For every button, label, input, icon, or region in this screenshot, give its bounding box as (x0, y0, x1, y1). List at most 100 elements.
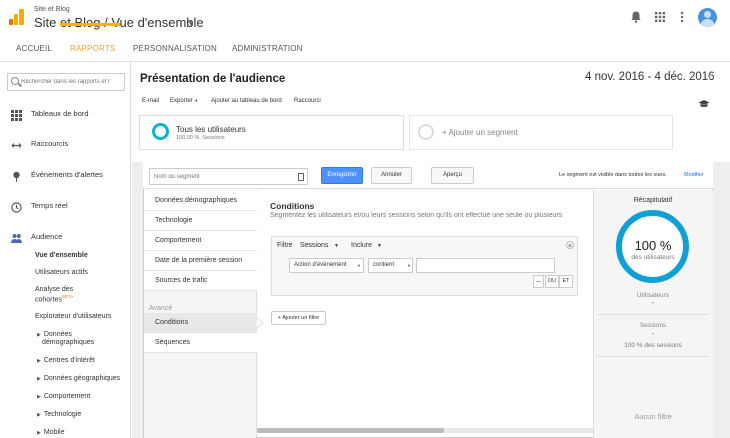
chevron-down-icon[interactable]: ▼ (187, 19, 195, 28)
sidebar-tree-interests[interactable]: ▶ Centres d'intérêt (37, 357, 95, 364)
category-sequences[interactable]: Séquences (144, 333, 257, 353)
sidebar-item-dashboards[interactable]: Tableaux de bord (0, 104, 131, 124)
sidebar-subitem-cohort-analysis[interactable]: Analyse des (35, 286, 73, 293)
triangle-right-icon: ▶ (37, 394, 41, 400)
scrollbar-thumb[interactable] (257, 428, 444, 433)
segment-empty-ring-icon (418, 124, 434, 140)
sidebar-tree-label: Données géographiques (43, 375, 121, 382)
sidebar-item-realtime[interactable]: Temps réel (0, 196, 131, 216)
chevron-down-icon: ▼ (194, 98, 199, 103)
clock-icon (11, 200, 22, 213)
category-label: Date de la première session (155, 257, 243, 264)
preview-button[interactable]: Aperçu (431, 167, 474, 184)
sidebar-search[interactable] (7, 73, 125, 91)
category-technology[interactable]: Technologie (144, 211, 257, 231)
tab-personnalisation[interactable]: PERSONNALISATION (133, 36, 217, 62)
dimension-select[interactable]: Action d'événement (289, 258, 364, 273)
chevron-down-icon[interactable]: ▼ (377, 243, 382, 249)
filter-scope-select[interactable]: Sessions (300, 242, 328, 249)
chevron-down-icon[interactable]: ▼ (334, 243, 339, 249)
search-input[interactable] (21, 76, 124, 88)
add-to-dashboard-button[interactable]: Ajouter au tableau de bord (211, 98, 282, 104)
apps-grid-icon[interactable] (653, 10, 667, 24)
sidebar-tree-label: Centres d'intérêt (43, 357, 95, 364)
triangle-right-icon: ▶ (37, 358, 41, 364)
analytics-logo-icon[interactable] (9, 9, 25, 25)
sidebar-tree-mobile[interactable]: ▶ Mobile (37, 429, 64, 436)
tab-administration[interactable]: ADMINISTRATION (232, 36, 303, 62)
segment-name-input[interactable] (154, 172, 294, 182)
chevron-down-icon[interactable]: ▼ (407, 263, 411, 268)
sidebar-tree-label: Mobile (43, 429, 65, 436)
chevron-down-icon[interactable]: ▼ (357, 263, 361, 268)
segment-sub: 100,00 %, Sessions (176, 135, 225, 141)
tab-accueil[interactable]: ACCUEIL (16, 36, 52, 62)
more-vert-icon[interactable] (675, 10, 689, 24)
segment-all-users[interactable]: Tous les utilisateurs 100,00 %, Sessions (139, 115, 404, 150)
summary-sessions-label: Sessions (639, 322, 667, 329)
sidebar-tree-technology[interactable]: ▶ Technologie (37, 411, 81, 418)
visibility-modify-link[interactable]: Modifier (684, 172, 704, 178)
category-conditions[interactable]: Conditions (144, 313, 257, 333)
segment-name-field[interactable] (149, 168, 308, 185)
sidebar-subitem-user-explorer[interactable]: Explorateur d'utilisateurs (35, 313, 111, 320)
sidebar-tree-geo[interactable]: ▶ Données géographiques (37, 375, 120, 382)
sidebar-subitem-active-users[interactable]: Utilisateurs actifs (35, 269, 88, 276)
segment-label: Tous les utilisateurs (176, 125, 246, 134)
tab-rapports[interactable]: RAPPORTS (70, 36, 115, 62)
clipboard-icon (298, 173, 304, 181)
category-label: Séquences (155, 339, 191, 346)
sidebar-item-label: Temps réel (31, 201, 68, 210)
selected-arrow-icon (255, 315, 264, 331)
remove-condition-button[interactable]: – (533, 275, 544, 288)
add-filter-button[interactable]: + Ajouter un filtre (271, 311, 326, 325)
category-demographics[interactable]: Données démographiques (144, 191, 257, 211)
category-traffic-sources[interactable]: Sources de trafic (144, 271, 257, 291)
summary-percent-sub: des utilisateurs (631, 254, 675, 261)
and-button[interactable]: ET (559, 275, 573, 288)
chevron-down-icon[interactable]: ▼ (706, 74, 713, 81)
graduation-cap-icon[interactable] (698, 96, 710, 107)
or-button[interactable]: OU (545, 275, 559, 288)
sidebar-tree-behavior[interactable]: ▶ Comportement (37, 393, 90, 400)
add-segment-label: + Ajouter un segment (442, 128, 518, 137)
add-segment-slot[interactable]: + Ajouter un segment (409, 115, 673, 150)
category-label: Comportement (155, 237, 202, 244)
filter-mode-select[interactable]: Inclure (351, 242, 372, 249)
sidebar-tree-demographics[interactable]: ▶ Données (37, 331, 72, 338)
summary-no-filter: Aucun filtre (634, 412, 672, 421)
account-name: Site et Blog (34, 6, 70, 13)
sidebar-item-label: Raccourcis (31, 139, 69, 148)
dashboard-grid-icon (11, 108, 22, 121)
segment-ring-icon (152, 123, 169, 140)
sidebar-subitem-cohorts[interactable]: cohortesBETA (35, 294, 73, 303)
triangle-right-icon: ▶ (37, 376, 41, 382)
sidebar-tree-demographics-cont[interactable]: démographiques (42, 339, 94, 346)
cancel-button[interactable]: Annuler (371, 167, 412, 184)
category-first-session-date[interactable]: Date de la première session (144, 251, 257, 271)
shortcut-button[interactable]: Raccourci (294, 98, 321, 104)
summary-title: Récapitulatif (633, 197, 673, 204)
condition-value-input[interactable] (416, 258, 555, 273)
date-range-picker[interactable]: 4 nov. 2016 - 4 déc. 2016 (585, 71, 715, 83)
email-button[interactable]: E-mail (142, 98, 159, 104)
sidebar-tree-label: Technologie (43, 411, 82, 418)
sidebar-item-alerts[interactable]: Événements d'alertes (0, 165, 131, 185)
avatar[interactable] (698, 8, 717, 27)
export-button[interactable]: Exporter ▼ (170, 98, 198, 104)
sidebar-tree-label: Comportement (43, 393, 91, 400)
category-label: Données démographiques (155, 197, 238, 204)
filter-label: Filtre (277, 242, 293, 249)
active-tab-indicator (60, 23, 120, 26)
category-behavior[interactable]: Comportement (144, 231, 257, 251)
remove-filter-icon[interactable] (566, 241, 574, 249)
sidebar-subitem-overview[interactable]: Vue d'ensemble (35, 252, 88, 259)
triangle-right-icon: ▶ (37, 412, 41, 418)
summary-users-label: Utilisateurs (636, 292, 670, 299)
save-button[interactable]: Enregistrer (321, 167, 363, 184)
sidebar-item-audience[interactable]: Audience (0, 227, 131, 247)
sidebar-item-shortcuts[interactable]: Raccourcis (0, 134, 131, 154)
summary-sessions-percent: 100 % des sessions (624, 342, 682, 349)
bell-icon[interactable] (629, 10, 643, 24)
beta-badge: BETA (61, 294, 74, 299)
